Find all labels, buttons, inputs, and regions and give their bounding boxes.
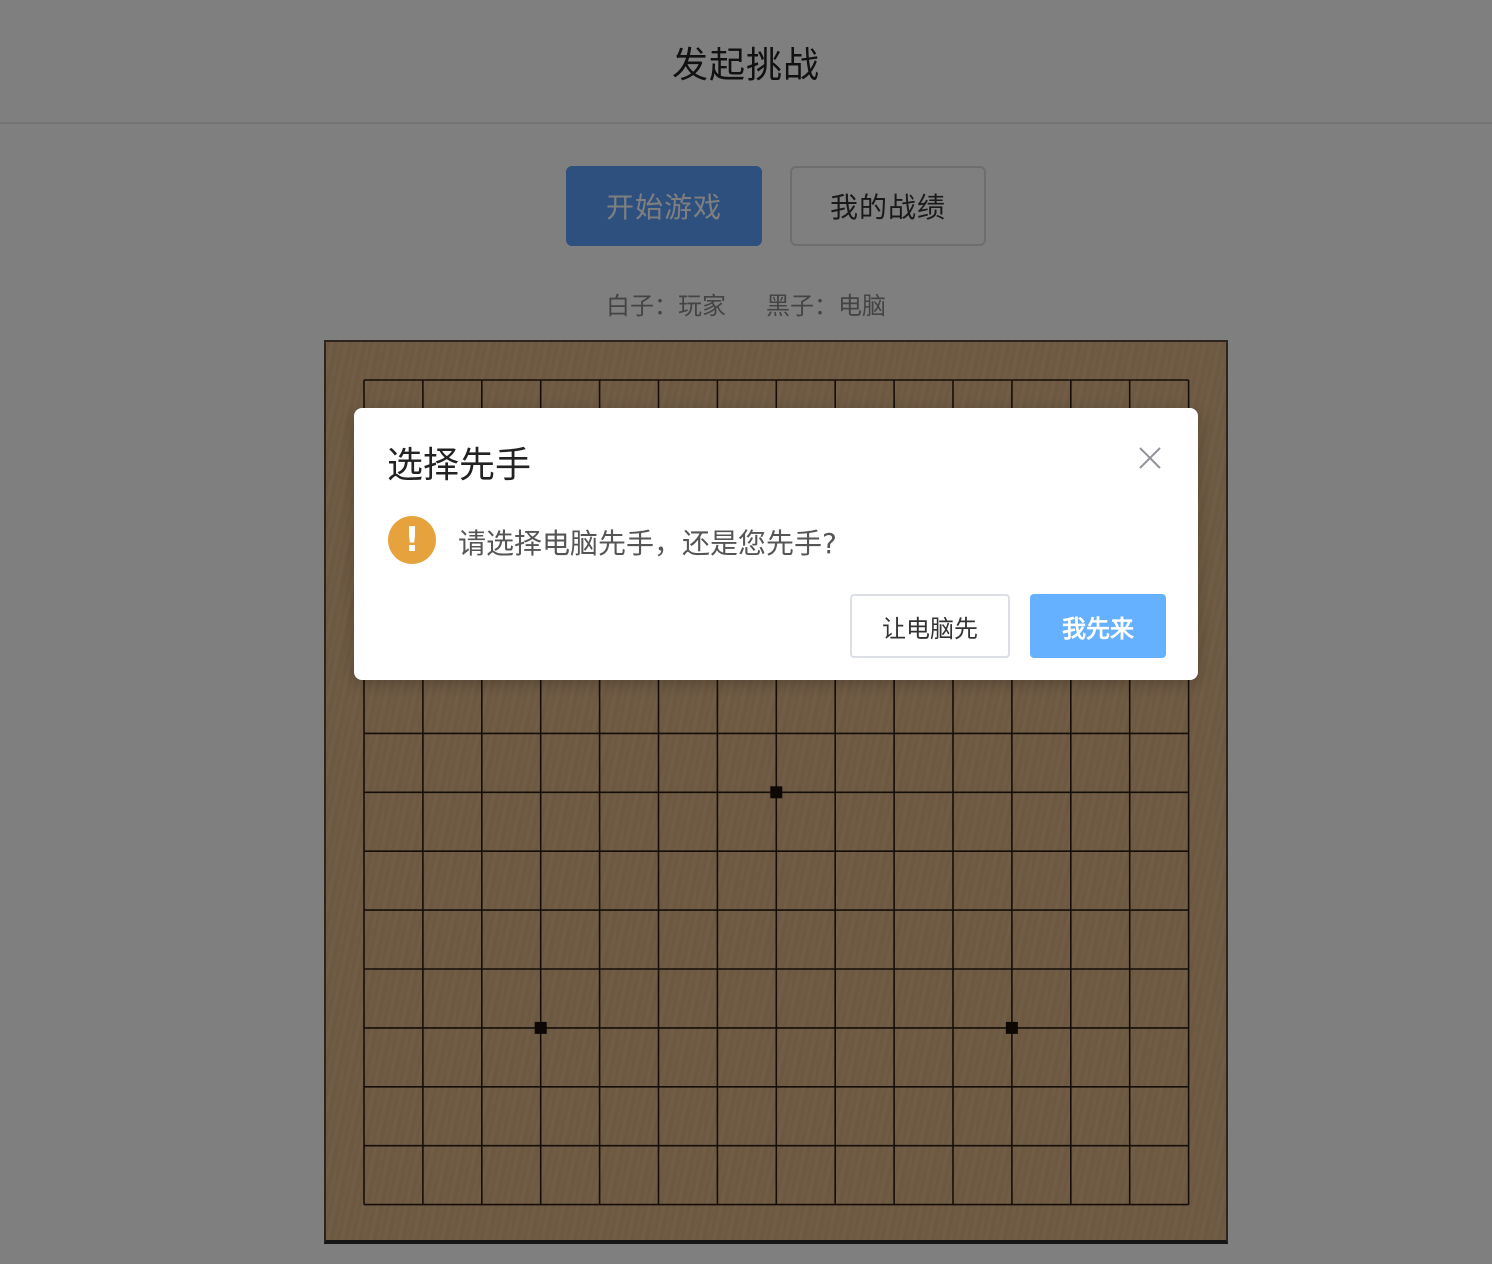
close-icon[interactable]	[1134, 442, 1166, 474]
dialog-title: 选择先手	[387, 445, 532, 486]
game-page: 发起挑战 开始游戏 我的战绩 白子：玩家黑子：电脑 选择先手 ! 请选择电脑先手…	[0, 0, 1492, 1264]
choose-first-dialog: 选择先手 ! 请选择电脑先手，还是您先手? 让电脑先 我先来	[354, 408, 1198, 680]
dialog-message: 请选择电脑先手，还是您先手?	[458, 527, 837, 560]
computer-first-button[interactable]: 让电脑先	[850, 594, 1010, 658]
warning-icon: !	[388, 516, 436, 564]
me-first-button[interactable]: 我先来	[1030, 594, 1166, 658]
